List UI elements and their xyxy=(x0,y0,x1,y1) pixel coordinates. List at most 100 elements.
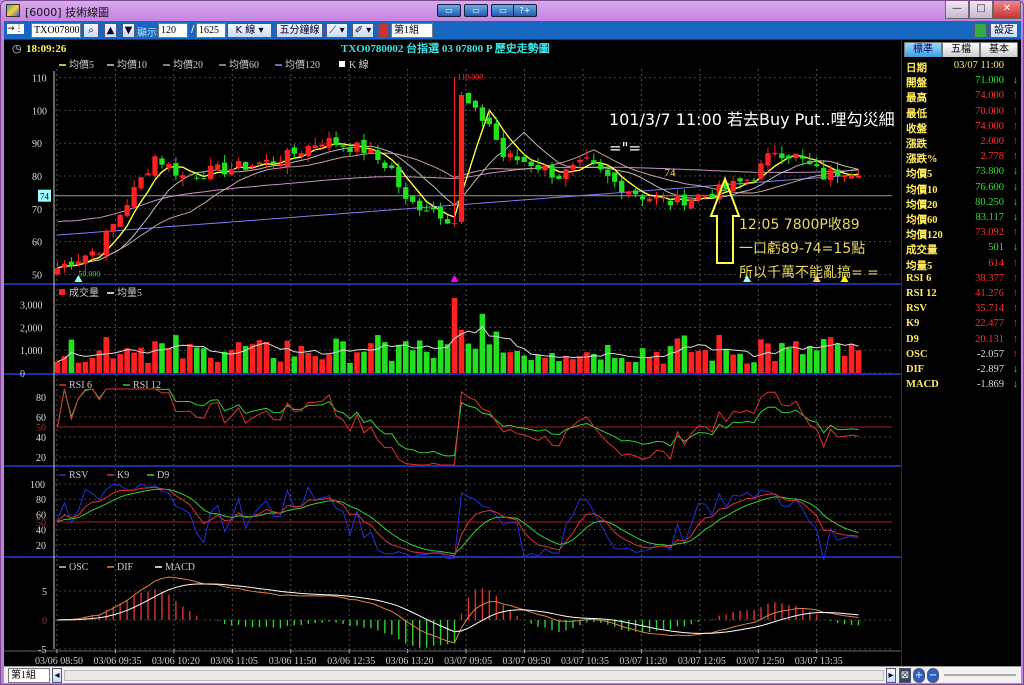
candle-body xyxy=(793,153,799,159)
x-axis-label: 03/07 12:50 xyxy=(736,656,784,666)
quote-label: 漲跌% xyxy=(906,154,938,166)
volume-bar xyxy=(800,354,806,373)
scroll-right-button[interactable]: ▸ xyxy=(886,668,896,683)
candle-body xyxy=(681,194,688,206)
bottom-bar: 第1組 ◂ ▸ ⊠ + − xyxy=(4,666,1021,683)
price-tick-label: 50 xyxy=(32,270,42,281)
candle-body xyxy=(277,163,284,165)
volume-bar xyxy=(528,359,534,373)
tab-five-levels[interactable]: 五檔 xyxy=(942,42,980,57)
volume-bar xyxy=(312,356,318,373)
tab-standard[interactable]: 標準 xyxy=(904,42,942,57)
candle-body xyxy=(709,193,715,198)
x-axis-label: 03/07 09:05 xyxy=(444,656,492,666)
chart-canvas[interactable]: 03/06 08:50 03/06 09:35 03/06 10:20 03/06 1… xyxy=(4,40,901,667)
volume-bar xyxy=(716,334,722,373)
volume-bar xyxy=(270,357,277,373)
quote-label: 均量5 xyxy=(906,260,933,272)
volume-bar xyxy=(437,340,444,373)
quote-value: 41.276 xyxy=(975,288,1004,299)
horizontal-scrollbar[interactable] xyxy=(64,670,884,681)
candle-body xyxy=(340,145,346,147)
volume-bar xyxy=(451,297,458,373)
volume-bar xyxy=(465,343,472,373)
legend-label: 均價60 xyxy=(229,58,259,71)
tab-basic[interactable]: 基本 xyxy=(980,42,1018,57)
minimize-button[interactable]: — xyxy=(945,1,969,19)
zoom-in-button[interactable]: + xyxy=(913,668,925,683)
symbol-select[interactable]: TXO07800 xyxy=(31,23,81,38)
x-axis-label: 03/06 12:35 xyxy=(327,656,375,666)
volume-bar xyxy=(758,339,764,373)
volume-bar xyxy=(479,313,486,373)
volume-bar xyxy=(187,343,193,373)
x-axis-label: 03/07 09:50 xyxy=(503,656,551,666)
volume-bar xyxy=(577,356,583,373)
close-button[interactable]: ✕ xyxy=(993,1,1021,19)
help-button[interactable]: ?+ xyxy=(513,4,537,17)
candle-body xyxy=(577,160,583,163)
color-tool-icon[interactable] xyxy=(378,23,389,38)
candle-body xyxy=(180,175,186,179)
volume-bar xyxy=(173,335,179,373)
volume-bar xyxy=(472,348,479,373)
quote-value: 73.092 xyxy=(975,227,1004,239)
app-icon xyxy=(6,4,20,17)
arrow-up-icon: ↑ xyxy=(1012,288,1018,299)
volume-bar xyxy=(347,362,353,373)
maximize-button[interactable]: □ xyxy=(969,1,993,19)
quote-row: 日期 03/07 11:00 xyxy=(906,60,1018,74)
legend-label: OSC xyxy=(69,562,89,573)
volume-bar xyxy=(382,342,388,373)
candle-body xyxy=(507,153,513,158)
quote-label: 均價20 xyxy=(906,199,938,211)
price-tick-label: 90 xyxy=(32,139,42,150)
candle-body xyxy=(834,169,841,176)
volume-bar xyxy=(611,357,618,373)
chart-area[interactable]: 03/06 08:50 03/06 09:35 03/06 10:20 03/06 1… xyxy=(4,40,901,667)
kd-tick-label: 20 xyxy=(36,541,46,552)
eraser-tool[interactable]: ✐ ▾ xyxy=(352,23,374,38)
layout-button-1[interactable]: ▭ xyxy=(437,4,461,17)
layout-button-2[interactable]: ▭ xyxy=(464,4,488,17)
quote-row: 最高 74.000 ↑ xyxy=(906,90,1018,104)
volume-bar xyxy=(416,340,423,373)
current-time: 18:09:26 xyxy=(26,43,67,55)
chart-type-dropdown[interactable]: K 線 ▾ xyxy=(227,23,272,38)
volume-bar xyxy=(563,356,569,373)
quote-value: -2.057 xyxy=(976,348,1004,360)
volume-bar xyxy=(194,347,200,373)
display-count-input[interactable]: 120 xyxy=(158,23,188,38)
x-axis-label: 03/06 13:20 xyxy=(386,656,434,666)
nav-arrow-icon[interactable]: →⋮ xyxy=(7,24,24,34)
up-arrow-button[interactable]: ▲ xyxy=(104,23,117,38)
volume-bar xyxy=(354,352,360,373)
search-icon[interactable]: ⌕ xyxy=(83,23,99,38)
excel-icon[interactable] xyxy=(974,23,987,38)
quote-row: 漲跌% 2.778 ↑ xyxy=(906,151,1018,165)
quote-row: OSC -2.057 ↑ xyxy=(906,349,1018,363)
fit-icon[interactable]: ⊠ xyxy=(899,668,911,683)
scroll-left-button[interactable]: ◂ xyxy=(52,668,62,683)
down-arrow-button[interactable]: ▼ xyxy=(122,23,135,38)
arrow-up-icon: ↑ xyxy=(1012,90,1018,102)
app-window: [6000] 技術線圖 ▭ ▭ ▭ ?+ — □ ✕ →⋮ TXO07800 ⌕… xyxy=(0,0,1024,685)
candle-body xyxy=(354,142,360,152)
group-select[interactable]: 第1組 xyxy=(391,23,433,38)
period-dropdown[interactable]: 五分鐘線 ▾ xyxy=(276,23,323,49)
legend-swatch xyxy=(59,289,65,295)
price-tick-label: 80 xyxy=(32,172,42,183)
rsi-tick-label: 20 xyxy=(36,453,46,464)
zoom-out-button[interactable]: − xyxy=(927,668,939,683)
bottom-group-select[interactable]: 第1組 xyxy=(8,668,50,683)
layout-button-3[interactable]: ▭ xyxy=(491,4,515,17)
draw-line-tool[interactable]: ⟋ ▾ xyxy=(326,23,348,38)
zoom-slider[interactable] xyxy=(944,674,1016,676)
volume-bar xyxy=(423,351,430,373)
quote-label: 成交量 xyxy=(906,245,938,257)
volume-bar xyxy=(284,340,291,373)
kd-tick-label: 80 xyxy=(36,495,46,506)
candle-body xyxy=(493,123,499,140)
candle-body xyxy=(695,194,701,200)
settings-button[interactable]: 設定 xyxy=(990,23,1018,38)
